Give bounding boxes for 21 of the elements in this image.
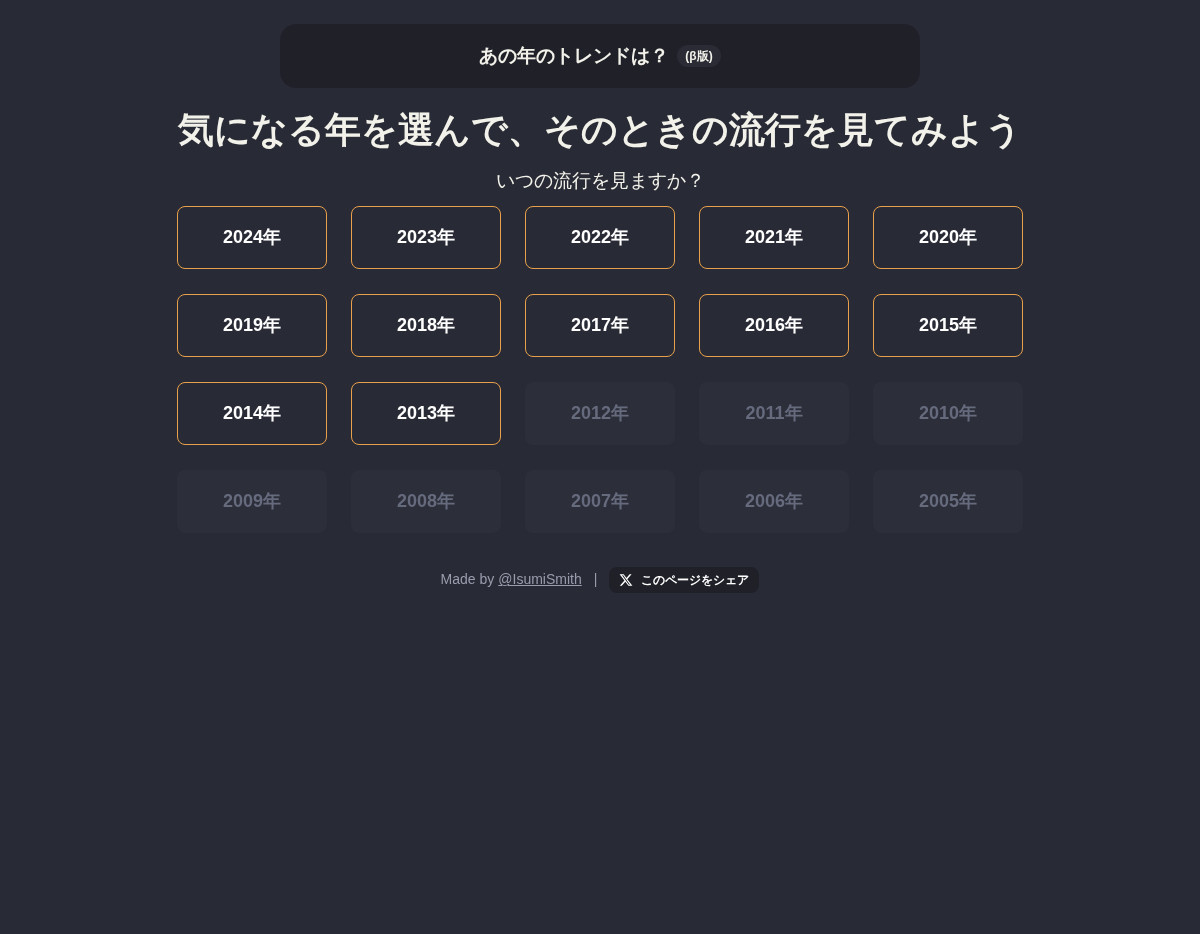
year-button[interactable]: 2021年 xyxy=(699,205,849,269)
made-by-text: Made by xyxy=(440,570,495,590)
year-button[interactable]: 2014年 xyxy=(177,381,327,445)
x-logo-icon xyxy=(619,572,634,587)
page-heading: 気になる年を選んで、そのときの流行を見てみよう xyxy=(178,108,1022,152)
beta-badge: (β版) xyxy=(677,45,721,67)
year-button[interactable]: 2023年 xyxy=(351,205,501,269)
year-button[interactable]: 2019年 xyxy=(177,293,327,357)
year-button[interactable]: 2020年 xyxy=(873,205,1023,269)
question-text: いつの流行を見ますか？ xyxy=(495,169,705,194)
separator: | xyxy=(593,570,598,590)
year-button[interactable]: 2015年 xyxy=(873,293,1023,357)
year-button[interactable]: 2024年 xyxy=(177,205,327,269)
year-button[interactable]: 2018年 xyxy=(351,293,501,357)
author-link[interactable]: @IsumiSmith xyxy=(498,569,582,591)
year-button[interactable]: 2022年 xyxy=(525,205,675,269)
year-button[interactable]: 2017年 xyxy=(525,293,675,357)
share-button[interactable]: このページをシェア xyxy=(609,566,760,593)
app-title: あの年のトレンドは？ xyxy=(479,43,670,68)
year-button[interactable]: 2016年 xyxy=(699,293,849,357)
year-button[interactable]: 2013年 xyxy=(351,381,501,445)
